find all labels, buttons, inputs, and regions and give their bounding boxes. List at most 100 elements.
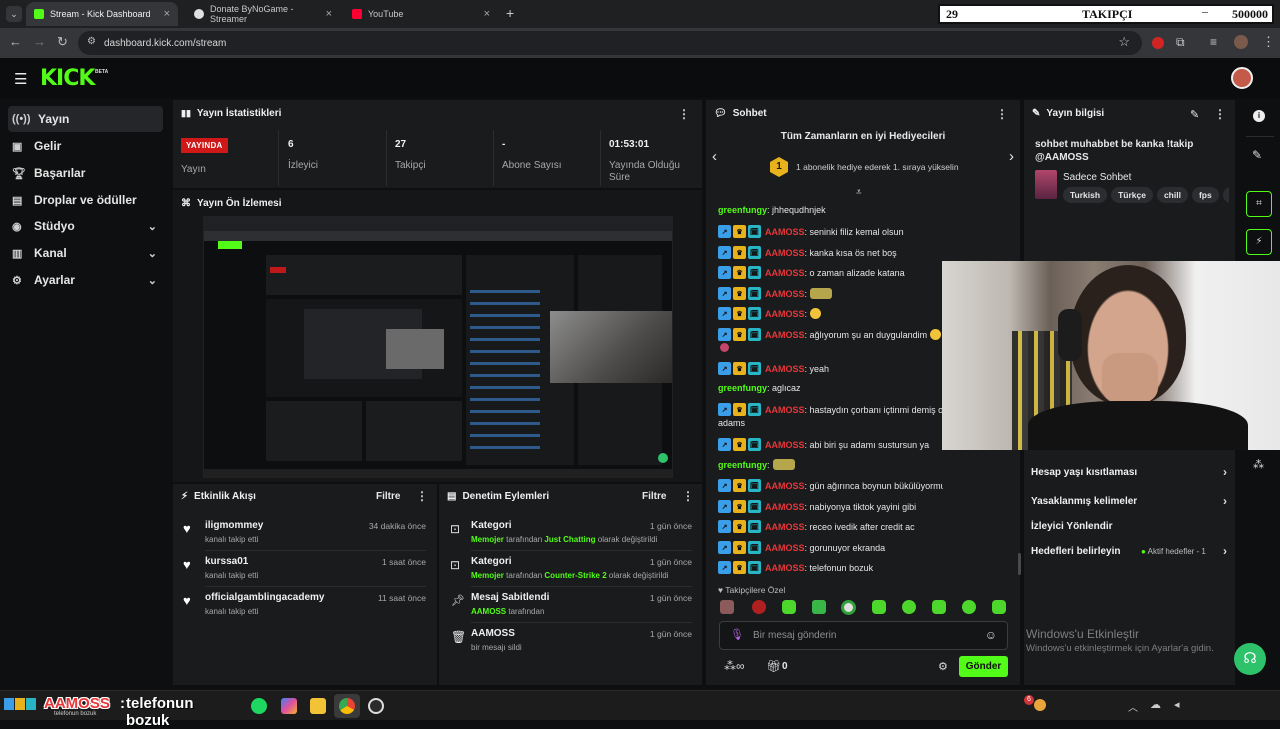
microphone-icon[interactable]: 🎙︎	[730, 628, 744, 641]
sidebar-item-yayin[interactable]: ((•)) Yayın	[8, 106, 163, 132]
tag-list: TurkishTürkçechillfpsfu	[1063, 187, 1229, 203]
file-explorer-icon[interactable]	[310, 698, 326, 714]
close-tab-icon[interactable]: ×	[484, 8, 490, 20]
bookmark-star-icon[interactable]: ☆	[1118, 34, 1130, 50]
overlay-goal: 500000	[1232, 6, 1268, 21]
spotify-icon[interactable]	[251, 698, 267, 714]
sidebar-item-kanal[interactable]: ▥ Kanal ⌄	[8, 240, 163, 266]
chat-input[interactable]: 🎙︎ Bir mesaj gönderin ☺	[719, 621, 1008, 650]
mod-action-desc: bir mesajı sildi	[471, 643, 522, 652]
filter-button[interactable]: Filtre	[376, 491, 400, 502]
browser-menu-icon[interactable]: ⋮	[1262, 34, 1275, 50]
sidebar-item-ayarlar[interactable]: ⚙ Ayarlar ⌄	[8, 267, 163, 293]
emote-icon[interactable]	[841, 600, 856, 615]
tag-chip[interactable]: fu	[1222, 187, 1229, 203]
more-options-icon[interactable]: ⋮	[1214, 107, 1226, 121]
sidebar-item-gelir[interactable]: ▣ Gelir	[8, 133, 163, 159]
scan-icon[interactable]: ⌗	[1246, 191, 1272, 217]
extension-red-icon[interactable]	[1152, 37, 1164, 49]
age-restriction-row[interactable]: Hesap yaşı kısıtlaması ›	[1031, 465, 1227, 479]
goals-row[interactable]: Hedefleri belirleyin ● Aktif hedefler - …	[1031, 544, 1227, 558]
gift-icon[interactable]: 🎁︎	[766, 659, 781, 673]
activity-user[interactable]: iligmommey	[205, 520, 263, 531]
user-avatar[interactable]	[1231, 67, 1253, 89]
emote-icon[interactable]	[720, 600, 734, 614]
more-options-icon[interactable]: ⋮	[416, 489, 428, 503]
tab-list-chevron-icon[interactable]: ⌄	[6, 6, 22, 22]
send-button[interactable]: Gönder	[959, 656, 1008, 677]
more-options-icon[interactable]: ⋮	[996, 107, 1008, 121]
sidebar-item-droplar[interactable]: ▤ Droplar ve ödüller	[8, 187, 163, 213]
tag-chip[interactable]: Türkçe	[1111, 187, 1153, 203]
support-chat-icon[interactable]: ☊	[1234, 643, 1266, 675]
network-icon[interactable]: ☁	[1150, 698, 1161, 711]
heart-icon: ♥	[183, 521, 191, 536]
tab-title: YouTube	[368, 9, 404, 19]
emote-icon[interactable]	[902, 600, 916, 614]
sub-label: Abone Sayısı	[502, 160, 562, 171]
chat-settings-infinity-icon[interactable]: ⁂∞	[724, 659, 745, 673]
reload-icon[interactable]: ↻	[57, 34, 68, 50]
kick-logo[interactable]: KICK	[40, 66, 95, 91]
tray-chevron-up-icon[interactable]: ︿	[1128, 699, 1138, 714]
activity-user[interactable]: kurssa01	[205, 556, 248, 567]
info-icon[interactable]: i	[1253, 110, 1265, 122]
extensions-puzzle-icon[interactable]: ⧉	[1176, 35, 1185, 50]
pencil-icon[interactable]: ✎	[1252, 148, 1262, 162]
emote-icon[interactable]	[752, 600, 766, 614]
sidebar-item-basarilar[interactable]: 🏆︎ Başarılar	[8, 160, 163, 186]
emote-icon[interactable]	[782, 600, 796, 614]
edit-icon[interactable]: ✎	[1190, 108, 1199, 121]
tag-chip[interactable]: chill	[1156, 187, 1188, 203]
site-info-icon[interactable]: ⚙	[87, 36, 96, 47]
tab-youtube[interactable]: YouTube ×	[344, 2, 498, 26]
filter-button[interactable]: Filtre	[642, 491, 666, 502]
tag-chip[interactable]: Turkish	[1063, 187, 1108, 203]
tab-kick-dashboard[interactable]: Stream - Kick Dashboard ×	[26, 2, 178, 26]
bolt-icon[interactable]: ⚡︎	[1246, 229, 1272, 255]
divider	[205, 586, 426, 587]
gift-badge-icon: 🗓︎	[748, 541, 761, 554]
profile-avatar-icon[interactable]	[1234, 35, 1248, 49]
obs-icon[interactable]	[368, 698, 384, 714]
collapse-icon[interactable]: ⩡	[856, 187, 862, 198]
more-options-icon[interactable]: ⋮	[678, 107, 690, 121]
emote-icon[interactable]	[872, 600, 886, 614]
chat-scrollbar[interactable]	[1018, 553, 1021, 575]
clock[interactable]	[1212, 697, 1242, 713]
banned-words-row[interactable]: Yasaklanmış kelimeler ›	[1031, 494, 1227, 508]
chevron-left-icon[interactable]: ‹	[712, 148, 717, 165]
copilot-icon[interactable]	[281, 698, 297, 714]
chrome-icon[interactable]	[339, 698, 355, 714]
activity-user[interactable]: officialgamblingacademy	[205, 592, 324, 603]
share-nodes-icon[interactable]: ⁂	[1253, 458, 1264, 471]
sidebar-item-studyo[interactable]: ◉ Stüdyo ⌄	[8, 213, 163, 239]
volume-icon[interactable]: ◂	[1174, 698, 1180, 711]
tab-donate-bynogame[interactable]: Donate ByNoGame - Streamer ×	[186, 2, 340, 26]
close-tab-icon[interactable]: ×	[326, 8, 332, 20]
emote-icon[interactable]	[962, 600, 976, 614]
emote-icon[interactable]	[992, 600, 1006, 614]
tag-chip[interactable]: fps	[1191, 187, 1219, 203]
chat-message: ↗ ♛ 🗓︎ AAMOSS: receo ivedik after credit ac	[718, 520, 943, 533]
chevron-right-icon[interactable]: ›	[1009, 148, 1014, 165]
new-tab-button[interactable]: +	[506, 5, 514, 21]
hamburger-menu-icon[interactable]: ☰	[14, 70, 27, 88]
address-bar[interactable]: ⚙ dashboard.kick.com/stream ☆	[78, 31, 1142, 55]
divider	[600, 130, 601, 186]
back-arrow-icon[interactable]: ←	[9, 34, 22, 49]
close-tab-icon[interactable]: ×	[164, 8, 170, 20]
category-thumbnail[interactable]	[1035, 170, 1057, 199]
category-name[interactable]: Sadece Sohbet	[1063, 172, 1131, 183]
stream-preview-video[interactable]	[203, 216, 673, 478]
preview-taskbar	[204, 469, 672, 477]
gear-icon[interactable]: ⚙	[938, 660, 948, 673]
emote-icon[interactable]	[812, 600, 826, 614]
raid-row[interactable]: İzleyici Yönlendir	[1031, 519, 1227, 533]
reading-list-icon[interactable]: ≡	[1210, 35, 1217, 49]
more-options-icon[interactable]: ⋮	[682, 489, 694, 503]
weather-icon[interactable]	[1034, 699, 1046, 711]
emoji-icon[interactable]: ☺	[985, 628, 997, 642]
forward-arrow-icon[interactable]: →	[33, 34, 46, 49]
emote-icon[interactable]	[932, 600, 946, 614]
